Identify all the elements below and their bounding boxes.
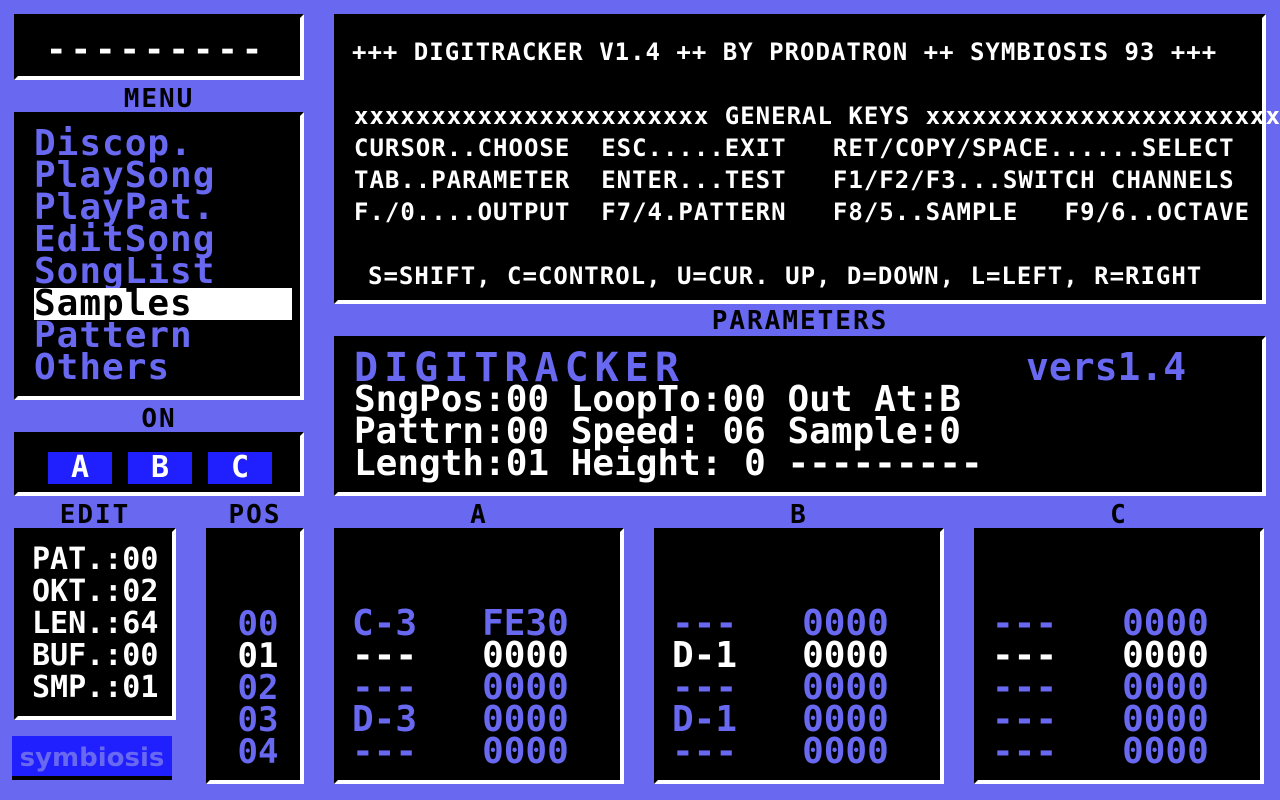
note: --- (352, 731, 418, 772)
key-legend: S=SHIFT, C=CONTROL, U=CUR. UP, D=DOWN, L… (368, 262, 1203, 290)
edit-header: EDIT (59, 500, 131, 530)
edit-buf[interactable]: BUF.:00 (32, 640, 158, 672)
parameters-header: PARAMETERS (711, 306, 889, 336)
note: --- (672, 731, 738, 772)
keys-row-1: CURSOR..CHOOSE ESC.....EXIT RET/COPY/SPA… (354, 134, 1235, 162)
edit-len[interactable]: LEN.:64 (32, 608, 158, 640)
main-menu: Discop. PlaySong PlayPat. EditSong SongL… (14, 112, 304, 400)
channel-c-header: C (1110, 500, 1128, 530)
pos-header: POS (228, 500, 282, 530)
status-dashes: --------- (46, 30, 267, 70)
on-header: ON (141, 404, 177, 434)
channel-c-toggle[interactable]: C (208, 452, 272, 484)
param-line-3[interactable]: Length:01 Height: 0 --------- (354, 446, 983, 482)
value: 0000 (482, 731, 569, 772)
channel-a-header: A (470, 500, 488, 530)
edit-pat[interactable]: PAT.:00 (32, 544, 158, 576)
channel-a-toggle[interactable]: A (48, 452, 112, 484)
channel-b-row[interactable]: --- 0000 (672, 734, 889, 770)
position-panel: 00 01 02 03 04 (206, 528, 304, 784)
edit-panel: PAT.:00 OKT.:02 LEN.:64 BUF.:00 SMP.:01 (14, 528, 176, 720)
menu-header: MENU (123, 84, 195, 114)
banner-text: +++ DIGITRACKER V1.4 ++ BY PRODATRON ++ … (352, 38, 1218, 66)
channel-b-panel: --- 0000 D-1 0000 --- 0000 D-1 0000 --- … (654, 528, 944, 784)
general-keys-title: xxxxxxxxxxxxxxxxxxxxxxx GENERAL KEYS xxx… (354, 102, 1280, 130)
edit-okt[interactable]: OKT.:02 (32, 576, 158, 608)
version-label: vers1.4 (1026, 345, 1187, 389)
channel-b-toggle[interactable]: B (128, 452, 192, 484)
parameters-panel: DIGITRACKER vers1.4 SngPos:00 LoopTo:00 … (334, 336, 1266, 496)
status-dash-box: --------- (14, 14, 304, 80)
channel-a-panel: C-3 FE30 --- 0000 --- 0000 D-3 0000 --- … (334, 528, 624, 784)
edit-smp[interactable]: SMP.:01 (32, 672, 158, 704)
value: 0000 (802, 731, 889, 772)
note: --- (992, 731, 1058, 772)
channel-b-header: B (790, 500, 808, 530)
keys-row-2: TAB..PARAMETER ENTER...TEST F1/F2/F3...S… (354, 166, 1235, 194)
channel-toggle-box: A B C (14, 432, 304, 496)
menu-item-others[interactable]: Others (34, 350, 292, 386)
channel-a-row[interactable]: --- 0000 (352, 734, 569, 770)
symbiosis-logo: symbiosis (12, 736, 172, 780)
pos-row[interactable]: 04 (226, 735, 290, 769)
channel-c-row[interactable]: --- 0000 (992, 734, 1209, 770)
value: 0000 (1122, 731, 1209, 772)
info-panel: +++ DIGITRACKER V1.4 ++ BY PRODATRON ++ … (334, 14, 1280, 304)
keys-row-3: F./0....OUTPUT F7/4.PATTERN F8/5..SAMPLE… (354, 198, 1251, 226)
channel-c-panel: --- 0000 --- 0000 --- 0000 --- 0000 --- … (974, 528, 1264, 784)
